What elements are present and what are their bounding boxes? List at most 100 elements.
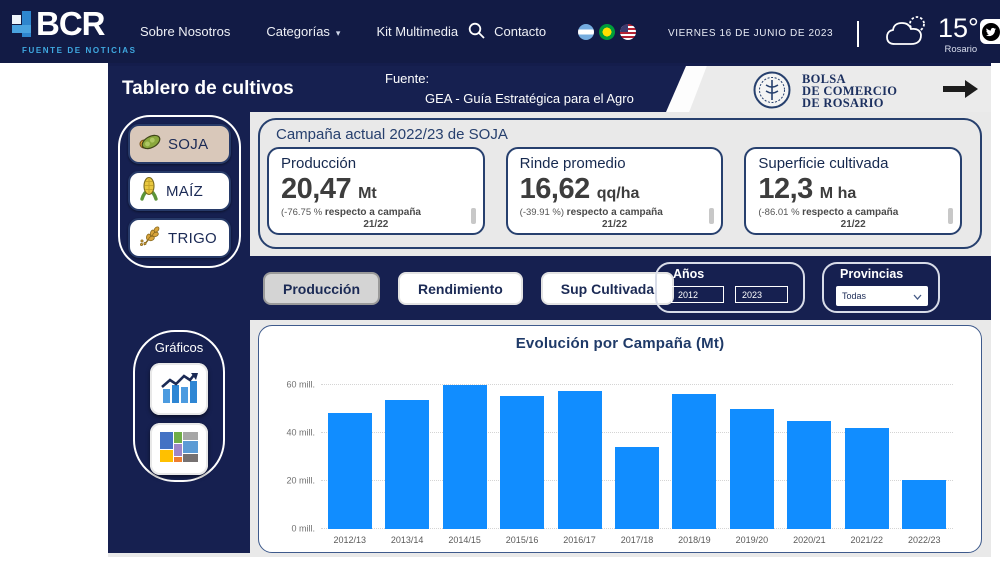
bar-2022-23[interactable] — [902, 480, 946, 529]
chevron-down-icon — [913, 287, 922, 305]
bcr-seal-icon — [753, 71, 791, 114]
dashboard-header: Tablero de cultivos Fuente: GEA - Guía E… — [108, 63, 991, 112]
bar-2016-17[interactable] — [558, 391, 602, 529]
bar-2012-13[interactable] — [328, 413, 372, 529]
bar-chart-icon — [160, 371, 198, 408]
bar-slot: 2022/23 — [896, 373, 953, 529]
bcr-plus-icon — [10, 9, 36, 48]
usa-flag-icon[interactable] — [620, 24, 636, 40]
chevron-down-icon: ▾ — [336, 28, 341, 38]
nav-menu: Sobre Nosotros Categorías▾ Kit Multimedia C… — [140, 0, 546, 63]
kpi-value: 20,47 — [281, 173, 351, 205]
kpi-delta-note: respecto a campaña — [567, 207, 663, 218]
kpi-panel-title: Campaña actual 2022/23 de SOJA — [276, 126, 508, 143]
forward-arrow-button[interactable] — [941, 79, 979, 104]
treemap-button[interactable] — [150, 423, 208, 475]
tab-rendimiento[interactable]: Rendimiento — [398, 272, 523, 305]
bar-slot: 2016/17 — [551, 373, 608, 529]
kpi-card-produccion: Producción20,47Mt(-76.75 % respecto a ca… — [267, 147, 485, 235]
kpi-card-superficie-cultivada: Superficie cultivada12,3M ha(-86.01 % re… — [744, 147, 962, 235]
bar-2015-16[interactable] — [500, 396, 544, 529]
provinces-label: Provincias — [840, 267, 938, 281]
kpi-delta-pct: (-76.75 % — [281, 207, 322, 218]
x-axis-tick: 2017/18 — [621, 535, 654, 545]
bar-2014-15[interactable] — [443, 385, 487, 529]
kpi-value: 12,3 — [758, 173, 812, 205]
twitter-icon — [982, 23, 1000, 41]
nav-item-sobre-nosotros[interactable]: Sobre Nosotros — [140, 24, 230, 39]
filters-section: ProducciónRendimientoSup Cultivada Años … — [250, 256, 991, 320]
metric-tabs: ProducciónRendimientoSup Cultivada — [263, 272, 674, 305]
x-axis-tick: 2019/20 — [736, 535, 769, 545]
kpi-card-rinde-promedio: Rinde promedio16,62qq/ha(-39.91 %) respe… — [506, 147, 724, 235]
card-scrollbar[interactable] — [471, 208, 476, 224]
cloud-icon — [884, 13, 930, 56]
bar-chart-button[interactable] — [150, 363, 208, 415]
date-text: VIERNES 16 DE JUNIO DE 2023 — [668, 28, 833, 39]
bar-2020-21[interactable] — [787, 421, 831, 529]
x-axis-tick: 2016/17 — [563, 535, 596, 545]
nav-item-contacto[interactable]: Contacto — [494, 24, 546, 39]
x-axis-tick: 2014/15 — [448, 535, 481, 545]
x-axis-tick: 2020/21 — [793, 535, 826, 545]
wheat-icon — [138, 225, 162, 252]
kpi-delta-note2: 21/22 — [758, 219, 948, 231]
bar-slot: 2018/19 — [666, 373, 723, 529]
screen: BCR FUENTE DE NOTICIAS Sobre Nosotros Cat… — [0, 0, 1000, 569]
kpi-value: 16,62 — [520, 173, 590, 205]
kpi-delta: (-39.91 %) respecto a campaña21/22 — [520, 207, 710, 231]
years-label: Años — [673, 267, 803, 281]
tab-produccion[interactable]: Producción — [263, 272, 380, 305]
year-to-input[interactable] — [735, 286, 788, 303]
years-filter-group: Años — [655, 262, 805, 313]
logo-subtitle: FUENTE DE NOTICIAS — [22, 46, 137, 55]
provinces-dropdown[interactable]: Todas — [836, 286, 928, 306]
soybean-icon — [138, 131, 162, 158]
x-axis-tick: 2013/14 — [391, 535, 424, 545]
kpi-cards: Producción20,47Mt(-76.75 % respecto a ca… — [267, 147, 962, 235]
nav-item-categorias[interactable]: Categorías▾ — [266, 24, 340, 39]
card-scrollbar[interactable] — [948, 208, 953, 224]
bar-2021-22[interactable] — [845, 428, 889, 529]
bar-slot: 2021/22 — [838, 373, 895, 529]
crop-button-trigo[interactable]: TRIGO — [128, 218, 231, 258]
kpi-delta-note: respecto a campaña — [802, 207, 898, 218]
brazil-flag-icon[interactable] — [599, 24, 615, 40]
crop-button-maiz[interactable]: MAÍZ — [128, 171, 231, 211]
bar-2019-20[interactable] — [730, 409, 774, 529]
search-icon[interactable] — [468, 22, 485, 44]
chart-title: Evolución por Campaña (Mt) — [259, 335, 981, 352]
graph-buttons — [135, 363, 223, 475]
crop-label: MAÍZ — [166, 183, 203, 200]
language-flags — [578, 24, 636, 40]
bar-2017-18[interactable] — [615, 447, 659, 529]
crop-label: TRIGO — [168, 230, 217, 247]
bar-slot: 2015/16 — [493, 373, 550, 529]
kpi-delta-note: respecto a campaña — [325, 207, 421, 218]
logo-text: BCR — [36, 5, 105, 43]
kpi-section: Campaña actual 2022/23 de SOJA Producció… — [250, 112, 991, 256]
bar-slot: 2012/13 — [321, 373, 378, 529]
crop-button-soja[interactable]: SOJA — [128, 124, 231, 164]
x-axis-tick: 2022/23 — [908, 535, 941, 545]
crop-selector-group: SOJA MAÍZ TRIGO — [118, 115, 241, 268]
y-axis-tick: 60 mill. — [267, 380, 315, 390]
bar-2018-19[interactable] — [672, 394, 716, 529]
y-axis-tick: 20 mill. — [267, 476, 315, 486]
bar-slot: 2014/15 — [436, 373, 493, 529]
org-name: BOLSA DE COMERCIO DE ROSARIO — [802, 73, 897, 109]
y-axis-tick: 40 mill. — [267, 428, 315, 438]
kpi-delta: (-86.01 % respecto a campaña21/22 — [758, 207, 948, 231]
x-axis-tick: 2012/13 — [333, 535, 366, 545]
kpi-delta-note2: 21/22 — [281, 219, 471, 231]
bar-2013-14[interactable] — [385, 400, 429, 529]
year-from-input[interactable] — [671, 286, 724, 303]
bar-series: 2012/132013/142014/152015/162016/172017/… — [321, 373, 953, 529]
card-scrollbar[interactable] — [709, 208, 714, 224]
bcr-logo[interactable]: BCR FUENTE DE NOTICIAS — [10, 5, 137, 55]
nav-item-kit-multimedia[interactable]: Kit Multimedia — [376, 24, 458, 39]
argentina-flag-icon[interactable] — [578, 24, 594, 40]
kpi-unit: Mt — [358, 185, 377, 202]
twitter-button[interactable] — [980, 19, 1000, 44]
kpi-delta: (-76.75 % respecto a campaña21/22 — [281, 207, 471, 231]
